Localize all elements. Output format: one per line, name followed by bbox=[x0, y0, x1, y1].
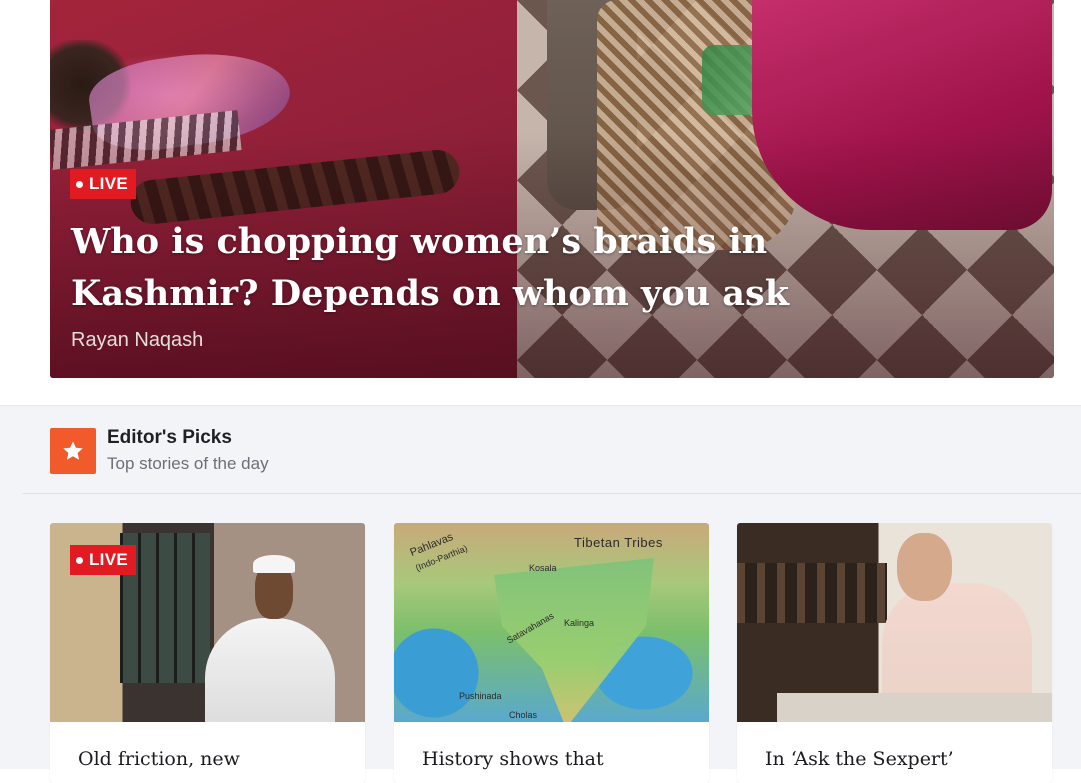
section-subtitle: Top stories of the day bbox=[107, 454, 269, 473]
map-label: Pushinada bbox=[459, 691, 502, 701]
story-card[interactable]: In ‘Ask the Sexpert’ bbox=[737, 523, 1052, 783]
hero-headline[interactable]: Who is chopping women’s braids in Kashmi… bbox=[71, 216, 851, 320]
map-label: Kalinga bbox=[564, 618, 595, 628]
thumb-face bbox=[897, 533, 952, 601]
thumb-cap bbox=[253, 555, 295, 573]
live-badge: LIVE bbox=[70, 169, 136, 199]
live-dot-icon bbox=[76, 556, 83, 564]
story-title[interactable]: History shows that bbox=[422, 748, 692, 770]
map-label: Tibetan Tribes bbox=[574, 535, 663, 550]
thumb-shelf bbox=[737, 563, 887, 623]
story-thumbnail[interactable] bbox=[737, 523, 1052, 722]
thumb-table bbox=[777, 693, 1052, 722]
hero-author[interactable]: Rayan Naqash bbox=[71, 329, 203, 352]
live-badge: LIVE bbox=[70, 545, 136, 575]
section-title: Editor's Picks bbox=[107, 427, 232, 448]
map-label: Cholas bbox=[509, 710, 538, 720]
story-title[interactable]: In ‘Ask the Sexpert’ bbox=[765, 748, 1035, 770]
live-badge-label: LIVE bbox=[89, 174, 128, 193]
section-divider bbox=[22, 493, 1081, 494]
thumb-person bbox=[205, 618, 335, 722]
story-title[interactable]: Old friction, new bbox=[78, 748, 348, 770]
editors-picks-section: Editor's Picks Top stories of the day LI… bbox=[0, 405, 1081, 783]
live-dot-icon bbox=[76, 180, 83, 188]
story-card[interactable]: LIVE Old friction, new bbox=[50, 523, 365, 783]
story-card[interactable]: Tibetan Tribes Pahlavas (Indo-Parthia) K… bbox=[394, 523, 709, 783]
hero-overlay bbox=[50, 0, 1054, 378]
live-badge-label: LIVE bbox=[89, 550, 128, 569]
story-thumbnail-map[interactable]: Tibetan Tribes Pahlavas (Indo-Parthia) K… bbox=[394, 523, 709, 722]
map-label: Kosala bbox=[529, 563, 557, 573]
hero-story-card[interactable]: LIVE Who is chopping women’s braids in K… bbox=[50, 0, 1054, 378]
star-icon bbox=[50, 428, 96, 474]
star-icon-glyph bbox=[63, 441, 83, 460]
